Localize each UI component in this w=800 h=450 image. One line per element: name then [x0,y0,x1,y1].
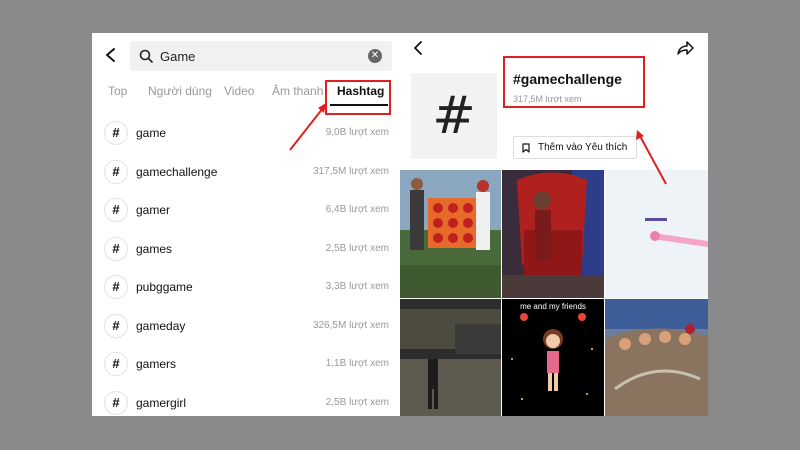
clear-icon[interactable]: ✕ [368,49,382,63]
hashtag-name: pubggame [136,280,193,294]
status-bar [92,33,400,39]
hashtag-icon: # [104,275,128,299]
hashtag-icon: # [104,313,128,338]
video-thumbnail[interactable] [400,170,501,298]
hashtag-views: 6,4B lượt xem [325,204,389,215]
video-thumbnail[interactable] [605,170,708,298]
search-results-panel: Game ✕ Top Người dùng Video Âm thanh Has… [92,33,400,416]
search-input[interactable]: Game ✕ [130,41,392,71]
hashtag-row[interactable]: # gamergirl 2,5B lượt xem [92,386,400,417]
add-to-favorites-button[interactable]: Thêm vào Yêu thích [513,136,637,159]
bookmark-icon [522,143,530,153]
video-grid: me and my friends [400,170,708,416]
tab-users[interactable]: Người dùng [148,84,212,98]
hashtag-views: 9,0B lượt xem [325,127,389,138]
tab-top[interactable]: Top [108,84,127,98]
hashtag-icon: # [104,352,128,376]
video-thumbnail[interactable] [400,299,501,416]
video-caption: me and my friends [520,302,586,311]
hashtag-row[interactable]: # gamers 1,1B lượt xem [92,347,400,385]
hashtag-row[interactable]: # game 9,0B lượt xem [92,116,400,154]
hashtag-cover: # [411,73,497,159]
hashtag-views: 326,5M lượt xem [312,319,389,331]
hashtag-name: game [136,126,167,140]
hashtag-icon: # [104,121,128,145]
hashtag-icon: # [104,198,128,222]
hashtag-title: #gamechallenge [513,71,622,87]
hashtag-row[interactable]: # pubggame 3,3B lượt xem [92,270,400,308]
search-icon [139,49,153,63]
hashtag-view-count: 317,5M lượt xem [513,94,582,104]
video-thumbnail[interactable]: me and my friends [502,299,604,416]
tab-sounds[interactable]: Âm thanh [272,84,323,98]
hashtag-name: games [136,241,173,256]
video-thumbnail[interactable] [605,299,708,416]
hashtag-name: gamer [136,203,171,217]
hashtag-views: 317,5M lượt xem [312,165,389,177]
hashtag-row[interactable]: # games 2,5B lượt xem [92,232,400,270]
hashtag-tab-highlight-box [325,80,391,115]
hashtag-name: gameday [136,318,186,333]
hashtag-row[interactable]: # gamechallenge 317,5M lượt xem [92,155,400,193]
search-query: Game [160,49,196,64]
share-icon[interactable] [676,39,694,57]
hashtag-row[interactable]: # gameday 326,5M lượt xem [92,309,400,347]
hashtag-icon: # [104,390,128,415]
hashtag-icon: # [104,236,128,261]
screenshot-frame: Game ✕ Top Người dùng Video Âm thanh Has… [92,33,708,416]
hashtag-views: 2,5B lượt xem [325,242,389,254]
video-thumbnail[interactable] [502,170,604,298]
hashtag-symbol-icon: # [432,86,476,146]
hashtag-views: 1,1B lượt xem [325,358,389,369]
hashtag-detail-panel: # #gamechallenge 317,5M lượt xem Thêm và… [400,33,708,416]
hashtag-name: gamechallenge [136,164,218,179]
back-arrow-icon[interactable] [102,46,120,64]
hashtag-row[interactable]: # gamer 6,4B lượt xem [92,193,400,231]
back-arrow-icon[interactable] [410,40,426,56]
tab-video[interactable]: Video [224,84,254,98]
add-to-favorites-label: Thêm vào Yêu thích [538,142,628,153]
hashtag-views: 3,3B lượt xem [325,281,389,292]
hashtag-name: gamers [136,357,177,371]
hashtag-icon: # [104,159,128,184]
hashtag-views: 2,5B lượt xem [325,396,389,408]
hashtag-name: gamergirl [136,395,187,410]
